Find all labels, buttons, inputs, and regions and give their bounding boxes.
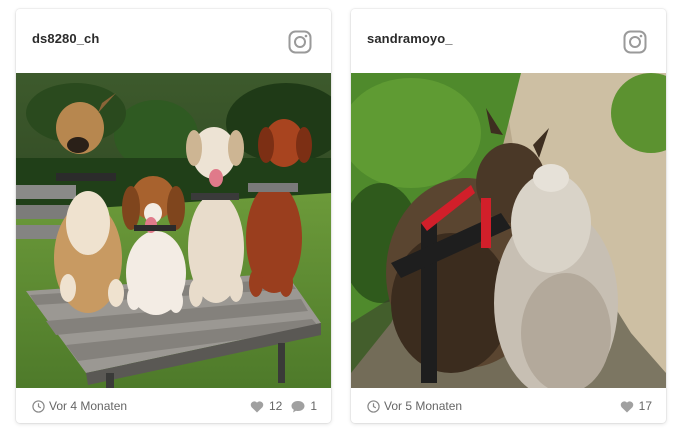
post-card[interactable]: sandramoyo_ Vor 5 Monaten 17 — [351, 9, 666, 423]
post-time: Vor 5 Monaten — [384, 399, 463, 413]
post-stats: 12 1 — [250, 399, 317, 413]
post-photo[interactable] — [351, 73, 666, 388]
post-footer: Vor 5 Monaten 17 — [351, 388, 666, 423]
post-card[interactable]: ds8280_ch Vor 4 Monaten 12 1 — [16, 9, 331, 423]
post-header: ds8280_ch — [16, 9, 331, 73]
like-count: 17 — [638, 399, 652, 413]
comment-icon[interactable] — [291, 400, 305, 413]
comment-count: 1 — [310, 399, 317, 413]
post-photo[interactable] — [16, 73, 331, 388]
clock-icon — [367, 400, 380, 413]
heart-icon[interactable] — [250, 400, 264, 413]
username[interactable]: ds8280_ch — [32, 31, 99, 46]
instagram-icon[interactable] — [288, 30, 312, 54]
heart-icon[interactable] — [620, 400, 634, 413]
post-time: Vor 4 Monaten — [49, 399, 128, 413]
instagram-icon[interactable] — [623, 30, 647, 54]
post-footer: Vor 4 Monaten 12 1 — [16, 388, 331, 423]
clock-icon — [32, 400, 45, 413]
post-header: sandramoyo_ — [351, 9, 666, 73]
like-count: 12 — [268, 399, 283, 413]
post-stats: 17 — [620, 399, 652, 413]
username[interactable]: sandramoyo_ — [367, 31, 453, 46]
